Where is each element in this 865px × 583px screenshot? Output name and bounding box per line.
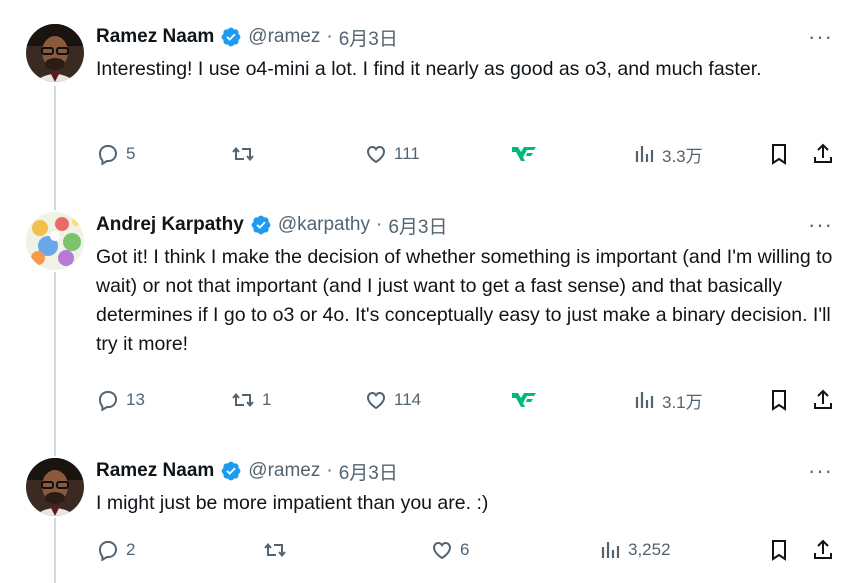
grok-button[interactable] [510,140,538,168]
reply-count: 13 [126,390,145,409]
reply-icon [96,142,120,166]
reply-icon [96,538,120,562]
author-name[interactable]: Andrej Karpathy [96,214,244,236]
share-icon [811,538,835,562]
separator: · [375,214,383,235]
like-icon [364,142,388,166]
bookmark-icon [768,142,790,166]
like-icon [430,538,454,562]
tweet-text: Interesting! I use o4-mini a lot. I find… [96,58,762,80]
share-button[interactable] [811,386,835,414]
thread-line [54,272,56,456]
more-icon[interactable]: ··· [808,24,833,50]
action-bar: 13 1 114 3.1万 [0,386,865,414]
repost-icon [230,388,256,412]
views-button[interactable]: 3,252 [600,536,671,564]
author-handle[interactable]: @karpathy [278,214,370,236]
like-count: 114 [394,390,422,409]
action-bar: 2 6 3,252 [0,536,865,564]
reply-count: 5 [126,144,136,163]
bookmark-button[interactable] [768,140,790,168]
repost-count: 1 [262,390,272,409]
tweet-header: Andrej Karpathy @karpathy · 6月3日 [96,212,447,238]
tweet-date[interactable]: 6月3日 [388,212,447,239]
reply-button[interactable]: 5 [96,140,135,168]
reply-button[interactable]: 2 [96,536,135,564]
like-button[interactable]: 114 [364,386,421,414]
tweet-text: Got it! I think I make the decision of w… [96,246,833,355]
author-handle[interactable]: @ramez [248,460,320,482]
like-icon [364,388,388,412]
author-name[interactable]: Ramez Naam [96,26,214,48]
like-button[interactable]: 6 [430,536,469,564]
tweet-text: I might just be more impatient than you … [96,492,489,514]
repost-button[interactable]: 1 [230,386,271,414]
tweet-header: Ramez Naam @ramez · 6月3日 [96,24,398,50]
grok-icon [510,388,538,412]
share-icon [811,142,835,166]
repost-icon [262,538,288,562]
bookmark-button[interactable] [768,386,790,414]
grok-icon [510,142,538,166]
views-icon [600,538,622,562]
grok-button[interactable] [510,386,538,414]
views-count: 3.1万 [662,392,703,412]
separator: · [326,26,333,47]
views-button[interactable]: 3.1万 [634,386,703,414]
share-button[interactable] [811,536,835,564]
repost-button[interactable] [230,140,262,168]
verified-icon [220,460,242,482]
share-icon [811,388,835,412]
bookmark-icon [768,388,790,412]
action-bar: 5 111 3.3万 [0,140,865,168]
tweet-date[interactable]: 6月3日 [339,24,398,51]
bookmark-button[interactable] [768,536,790,564]
author-name[interactable]: Ramez Naam [96,460,214,482]
reply-button[interactable]: 13 [96,386,145,414]
like-button[interactable]: 111 [364,140,420,168]
verified-icon [250,214,272,236]
reply-count: 2 [126,540,136,559]
author-handle[interactable]: @ramez [248,26,320,48]
like-count: 111 [394,144,420,163]
share-button[interactable] [811,140,835,168]
reply-icon [96,388,120,412]
views-count: 3.3万 [662,146,703,166]
separator: · [326,460,333,481]
verified-icon [220,26,242,48]
repost-icon [230,142,256,166]
more-icon[interactable]: ··· [808,212,833,238]
avatar[interactable] [26,458,84,516]
tweet-date[interactable]: 6月3日 [339,458,398,485]
bookmark-icon [768,538,790,562]
tweet-header: Ramez Naam @ramez · 6月3日 [96,458,398,484]
more-icon[interactable]: ··· [808,458,833,484]
like-count: 6 [460,540,470,559]
repost-button[interactable] [262,536,294,564]
views-icon [634,142,656,166]
avatar[interactable] [26,24,84,82]
views-icon [634,388,656,412]
views-button[interactable]: 3.3万 [634,140,703,168]
views-count: 3,252 [628,540,671,559]
avatar[interactable] [26,212,84,270]
